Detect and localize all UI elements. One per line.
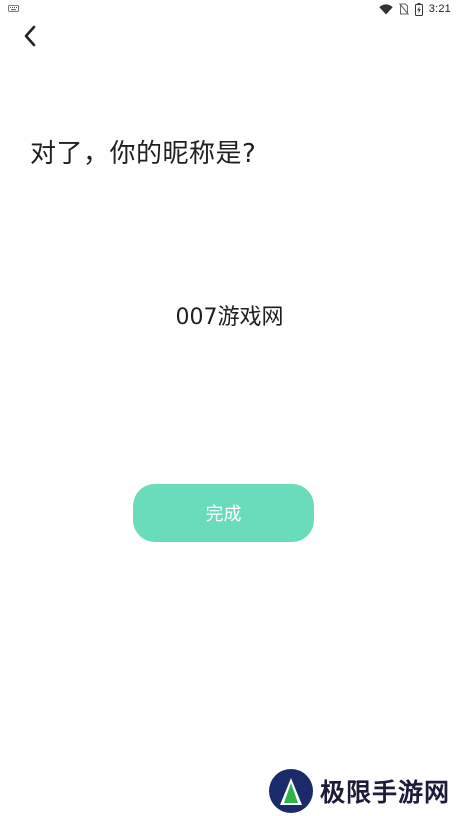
back-button[interactable] [14,20,46,52]
no-sim-icon [398,3,409,15]
watermark-text: 极限手游网 [320,778,451,807]
keyboard-icon [8,5,19,12]
status-bar: 3:21 [0,0,459,18]
nickname-screen: 3:21 对了，你的昵称是? 完成 极限手游网 [0,0,459,816]
page-title: 对了，你的昵称是? [30,139,257,169]
battery-charging-icon [414,2,423,16]
chevron-left-icon [24,25,36,47]
watermark-logo-icon [269,769,313,813]
watermark: 极限手游网 [268,768,450,814]
nickname-input[interactable] [60,296,399,334]
done-button[interactable]: 完成 [133,484,314,542]
status-time: 3:21 [428,3,451,15]
wifi-icon [379,3,393,14]
status-icons: 3:21 [379,2,451,16]
